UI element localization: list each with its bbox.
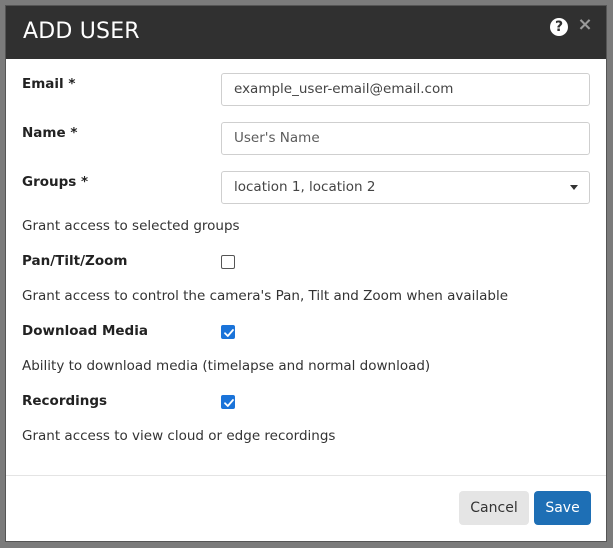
ptz-hint: Grant access to control the camera's Pan… [22, 288, 509, 304]
groups-hint: Grant access to selected groups [22, 218, 240, 234]
footer-divider [6, 475, 606, 476]
modal-title: ADD USER [23, 19, 140, 44]
groups-select[interactable]: location 1, location 2 [221, 171, 590, 204]
ptz-checkbox[interactable] [221, 255, 235, 269]
recordings-hint: Grant access to view cloud or edge recor… [22, 428, 336, 444]
checkmark-icon [224, 399, 234, 407]
name-label: Name * [22, 125, 78, 141]
name-field[interactable]: User's Name [221, 122, 590, 155]
groups-select-value: location 1, location 2 [234, 179, 376, 195]
email-label: Email * [22, 76, 76, 92]
checkmark-icon [224, 329, 234, 337]
download-media-hint: Ability to download media (timelapse and… [22, 358, 431, 374]
groups-label: Groups * [22, 174, 89, 190]
cancel-button[interactable]: Cancel [459, 491, 529, 525]
recordings-checkbox[interactable] [221, 395, 235, 409]
email-field[interactable]: example_user-email@email.com [221, 73, 590, 106]
download-media-label: Download Media [22, 323, 148, 339]
close-icon[interactable]: × [577, 15, 593, 35]
ptz-label: Pan/Tilt/Zoom [22, 253, 128, 269]
recordings-label: Recordings [22, 393, 108, 409]
caret-down-icon [570, 185, 578, 190]
add-user-modal: ADD USER ? × Email * example_user-email@… [5, 5, 607, 542]
download-media-checkbox[interactable] [221, 325, 235, 339]
help-icon[interactable]: ? [550, 18, 568, 36]
save-button[interactable]: Save [534, 491, 591, 525]
modal-header: ADD USER ? × [6, 6, 606, 59]
